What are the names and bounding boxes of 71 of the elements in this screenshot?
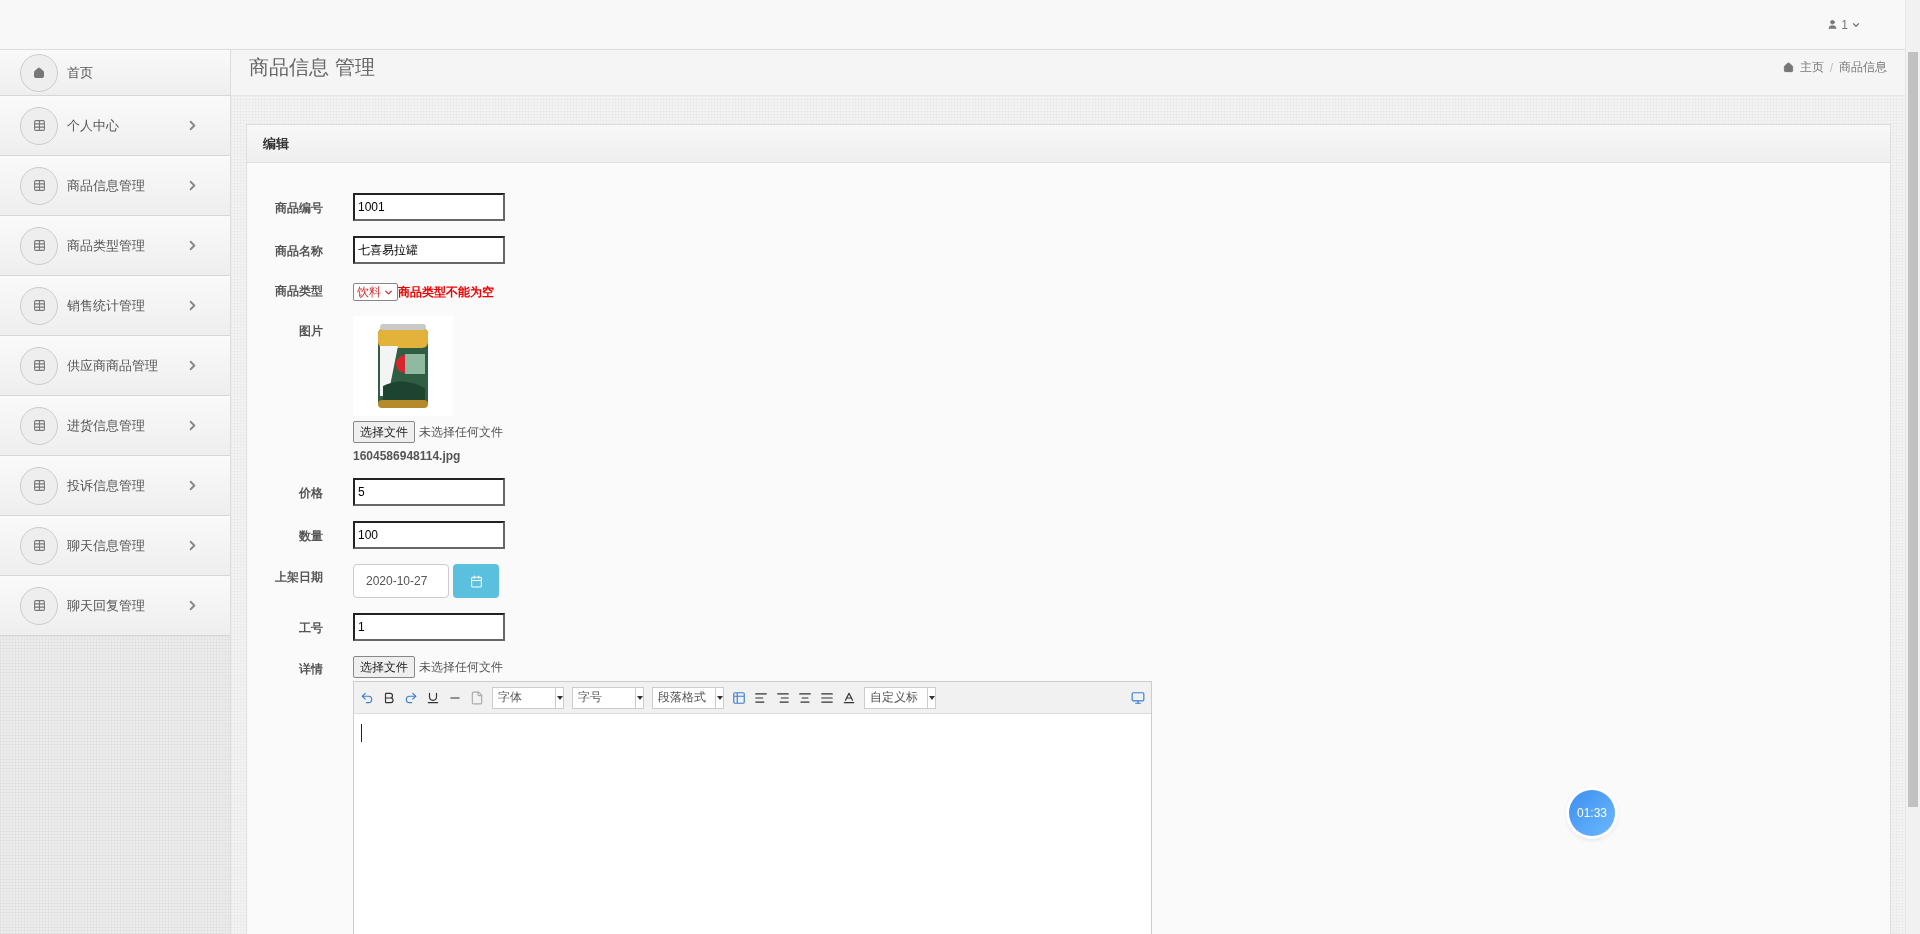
page-title: 商品信息 管理 (249, 55, 375, 80)
align-justify-icon[interactable] (820, 690, 834, 705)
sidebar-item[interactable]: 供应商商品管理 (0, 336, 230, 396)
date-input[interactable]: 2020-10-27 (353, 564, 449, 598)
breadcrumb-link[interactable]: 主页 (1799, 59, 1824, 76)
grid-icon (20, 286, 58, 325)
align-right-icon[interactable] (776, 690, 790, 705)
redo-icon[interactable] (404, 690, 418, 705)
text-input[interactable]: 1 (353, 613, 505, 641)
breadcrumb-separator: / (1829, 60, 1833, 75)
field-label: 详情 (298, 661, 323, 678)
scrollbar[interactable] (1905, 0, 1920, 934)
rich-text-editor[interactable]: 字体 字号 段落格式 自定义标 (353, 681, 1152, 934)
field-label: 工号 (298, 620, 323, 637)
home-icon (1782, 62, 1794, 73)
undo-icon[interactable] (360, 690, 374, 705)
calendar-button[interactable] (453, 564, 499, 598)
field-label: 商品名称 (274, 243, 323, 260)
text-input[interactable]: 100 (353, 521, 505, 549)
field-label: 商品编号 (274, 200, 323, 217)
field-label: 商品类型 (274, 283, 323, 300)
sidebar-item[interactable]: 进货信息管理 (0, 396, 230, 456)
table-icon[interactable] (732, 690, 746, 705)
field-label: 数量 (298, 528, 323, 545)
align-left-icon[interactable] (754, 690, 768, 705)
grid-icon (20, 406, 58, 445)
toolbar-dropdown[interactable]: 段落格式 (652, 686, 724, 709)
sidebar-item[interactable]: 投诉信息管理 (0, 456, 230, 516)
sidebar-item[interactable]: 聊天信息管理 (0, 516, 230, 576)
document-icon[interactable] (470, 690, 484, 705)
toolbar-dropdown[interactable]: 字号 (572, 686, 644, 709)
sidebar-item[interactable]: 商品信息管理 (0, 156, 230, 216)
text-input[interactable]: 5 (353, 478, 505, 506)
bold-icon[interactable] (382, 690, 396, 705)
sidebar-item[interactable]: 首页 (0, 50, 230, 96)
sidebar-item[interactable]: 聊天回复管理 (0, 576, 230, 636)
type-select[interactable]: 饮料 (353, 283, 398, 301)
sidebar-item[interactable]: 个人中心 (0, 96, 230, 156)
align-center-icon[interactable] (798, 690, 812, 705)
grid-icon (20, 226, 58, 265)
home-icon (20, 53, 58, 92)
field-label: 上架日期 (274, 569, 323, 586)
grid-icon (20, 166, 58, 205)
text-caret (361, 724, 362, 742)
sidebar-item[interactable]: 商品类型管理 (0, 216, 230, 276)
calendar-icon (469, 574, 483, 588)
fullscreen-icon[interactable] (1131, 690, 1145, 705)
toolbar-dropdown[interactable]: 字体 (492, 686, 564, 709)
toolbar-dropdown[interactable]: 自定义标 (864, 686, 936, 709)
grid-icon (20, 346, 58, 385)
sidebar-item[interactable]: 销售统计管理 (0, 276, 230, 336)
grid-icon (20, 106, 58, 145)
breadcrumb-link[interactable]: 商品信息 (1839, 59, 1887, 76)
error-message: 商品类型不能为空 (398, 283, 494, 301)
grid-icon (20, 466, 58, 505)
font-color-icon[interactable] (842, 690, 856, 705)
text-input[interactable]: 1001 (353, 193, 505, 221)
choose-file-button[interactable]: 选择文件 (353, 656, 415, 678)
grid-icon (20, 526, 58, 565)
underline-icon[interactable] (426, 690, 440, 705)
grid-icon (20, 586, 58, 625)
file-status: 未选择任何文件 (419, 658, 503, 676)
field-label: 价格 (298, 485, 323, 502)
choose-file-button[interactable]: 选择文件 (353, 421, 415, 443)
field-label: 图片 (298, 323, 323, 340)
file-name: 1604586948114.jpg (353, 449, 461, 463)
timer-badge: 01:33 (1569, 790, 1615, 836)
user-icon (1827, 19, 1839, 30)
text-input[interactable]: 七喜易拉罐 (353, 236, 505, 264)
user-menu[interactable]: 1 (1841, 17, 1848, 32)
file-status: 未选择任何文件 (419, 423, 503, 441)
